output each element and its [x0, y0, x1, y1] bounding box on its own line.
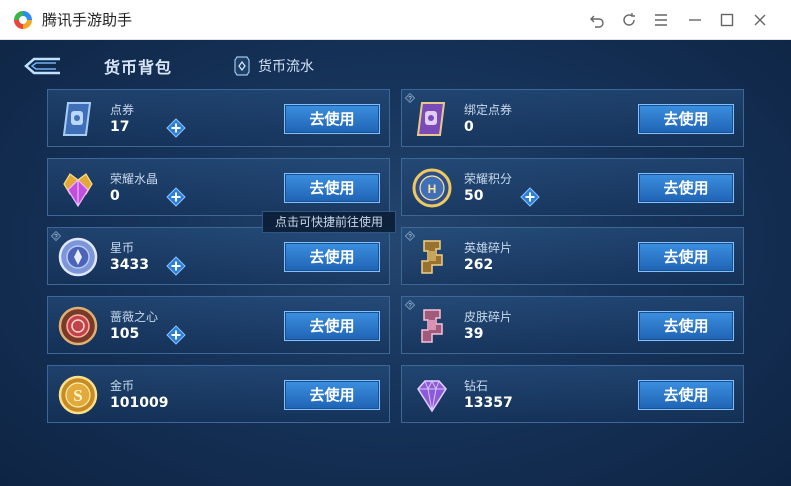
bound-coupon-icon [416, 102, 446, 136]
app-logo-icon [14, 11, 32, 29]
use-button[interactable]: 去使用 [284, 311, 380, 341]
back-icon [590, 15, 604, 28]
use-button[interactable]: 去使用 [638, 173, 734, 203]
currency-value: 0 [464, 119, 474, 135]
currency-card-diamond: 钻石 13357 去使用 [401, 365, 744, 423]
skin-fragment-icon [421, 309, 443, 343]
coupon-icon [62, 102, 92, 136]
currency-flow-icon [234, 56, 250, 76]
use-button[interactable]: 去使用 [284, 104, 380, 134]
tab-currency-flow[interactable]: 货币流水 [234, 55, 314, 77]
currency-name: 点券 [110, 103, 135, 117]
tab-currency-flow-label: 货币流水 [258, 59, 314, 75]
currency-value: 262 [464, 257, 494, 273]
currency-card-honor-points: H 荣耀积分 50 去使用 [401, 158, 744, 216]
currency-card-coupon: 点券 17 去使用 [47, 89, 390, 147]
rose-heart-icon [58, 306, 98, 346]
currency-value: 50 [464, 188, 484, 204]
currency-name: 荣耀水晶 [110, 172, 159, 186]
use-button[interactable]: 去使用 [284, 173, 380, 203]
currency-name: 英雄碎片 [464, 241, 513, 255]
currency-card-hero-fragment: ? 英雄碎片 262 去使用 [401, 227, 744, 285]
add-icon[interactable] [166, 256, 186, 276]
currency-value: 3433 [110, 257, 149, 273]
title-bar: 腾讯手游助手 [0, 0, 791, 40]
currency-card-bound-coupon: ? 绑定点券 0 去使用 [401, 89, 744, 147]
use-button[interactable]: 去使用 [638, 104, 734, 134]
currency-name: 蔷薇之心 [110, 310, 159, 324]
use-button[interactable]: 去使用 [284, 242, 380, 272]
maximize-icon [720, 13, 734, 27]
currency-value: 0 [110, 188, 120, 204]
currency-name: 钻石 [464, 379, 489, 393]
honor-points-icon: H [412, 168, 452, 208]
use-button[interactable]: 去使用 [638, 380, 734, 410]
refresh-icon [623, 13, 635, 26]
gold-coin-icon: S [58, 375, 98, 415]
currency-value: 13357 [464, 395, 513, 411]
back-window-button[interactable] [586, 9, 608, 31]
currency-name: 皮肤碎片 [464, 310, 513, 324]
close-button[interactable] [749, 9, 771, 31]
currency-value: 101009 [110, 395, 169, 411]
close-icon [754, 14, 766, 26]
currency-card-star-coin: ? 星币 3433 去使用 [47, 227, 390, 285]
crystal-icon [63, 173, 93, 208]
maximize-button[interactable] [716, 9, 738, 31]
menu-icon [655, 14, 667, 26]
currency-name: 荣耀积分 [464, 172, 513, 186]
minimize-button[interactable] [684, 9, 706, 31]
use-button[interactable]: 去使用 [638, 242, 734, 272]
diamond-icon [417, 379, 447, 413]
add-icon[interactable] [166, 118, 186, 138]
currency-value: 17 [110, 119, 130, 135]
currency-card-honor-crystal: 荣耀水晶 0 去使用 [47, 158, 390, 216]
currency-card-rose-heart: 蔷薇之心 105 去使用 [47, 296, 390, 354]
currency-card-gold-coin: S 金币 101009 去使用 [47, 365, 390, 423]
add-icon[interactable] [166, 325, 186, 345]
add-icon[interactable] [520, 187, 540, 207]
svg-text:H: H [428, 182, 437, 196]
quick-use-tooltip: 点击可快捷前往使用 [262, 211, 396, 233]
add-icon[interactable] [166, 187, 186, 207]
minimize-icon [689, 19, 701, 21]
svg-text:S: S [73, 386, 82, 405]
hero-fragment-icon [421, 240, 443, 274]
currency-name: 绑定点券 [464, 103, 513, 117]
menu-button[interactable] [650, 9, 672, 31]
refresh-button[interactable] [618, 9, 640, 31]
return-arrow-icon[interactable] [22, 56, 64, 76]
star-coin-icon [58, 237, 98, 277]
currency-card-skin-fragment: ? 皮肤碎片 39 去使用 [401, 296, 744, 354]
use-button[interactable]: 去使用 [638, 311, 734, 341]
currency-name: 星币 [110, 241, 135, 255]
game-view: 货币背包 货币流水 点券 17 去使用 荣耀水晶 0 去使用 ? 星币 3433… [0, 40, 791, 486]
tab-currency-bag[interactable]: 货币背包 [104, 54, 172, 78]
currency-value: 105 [110, 326, 140, 342]
app-title: 腾讯手游助手 [42, 11, 133, 29]
use-button[interactable]: 去使用 [284, 380, 380, 410]
currency-name: 金币 [110, 379, 135, 393]
currency-value: 39 [464, 326, 484, 342]
